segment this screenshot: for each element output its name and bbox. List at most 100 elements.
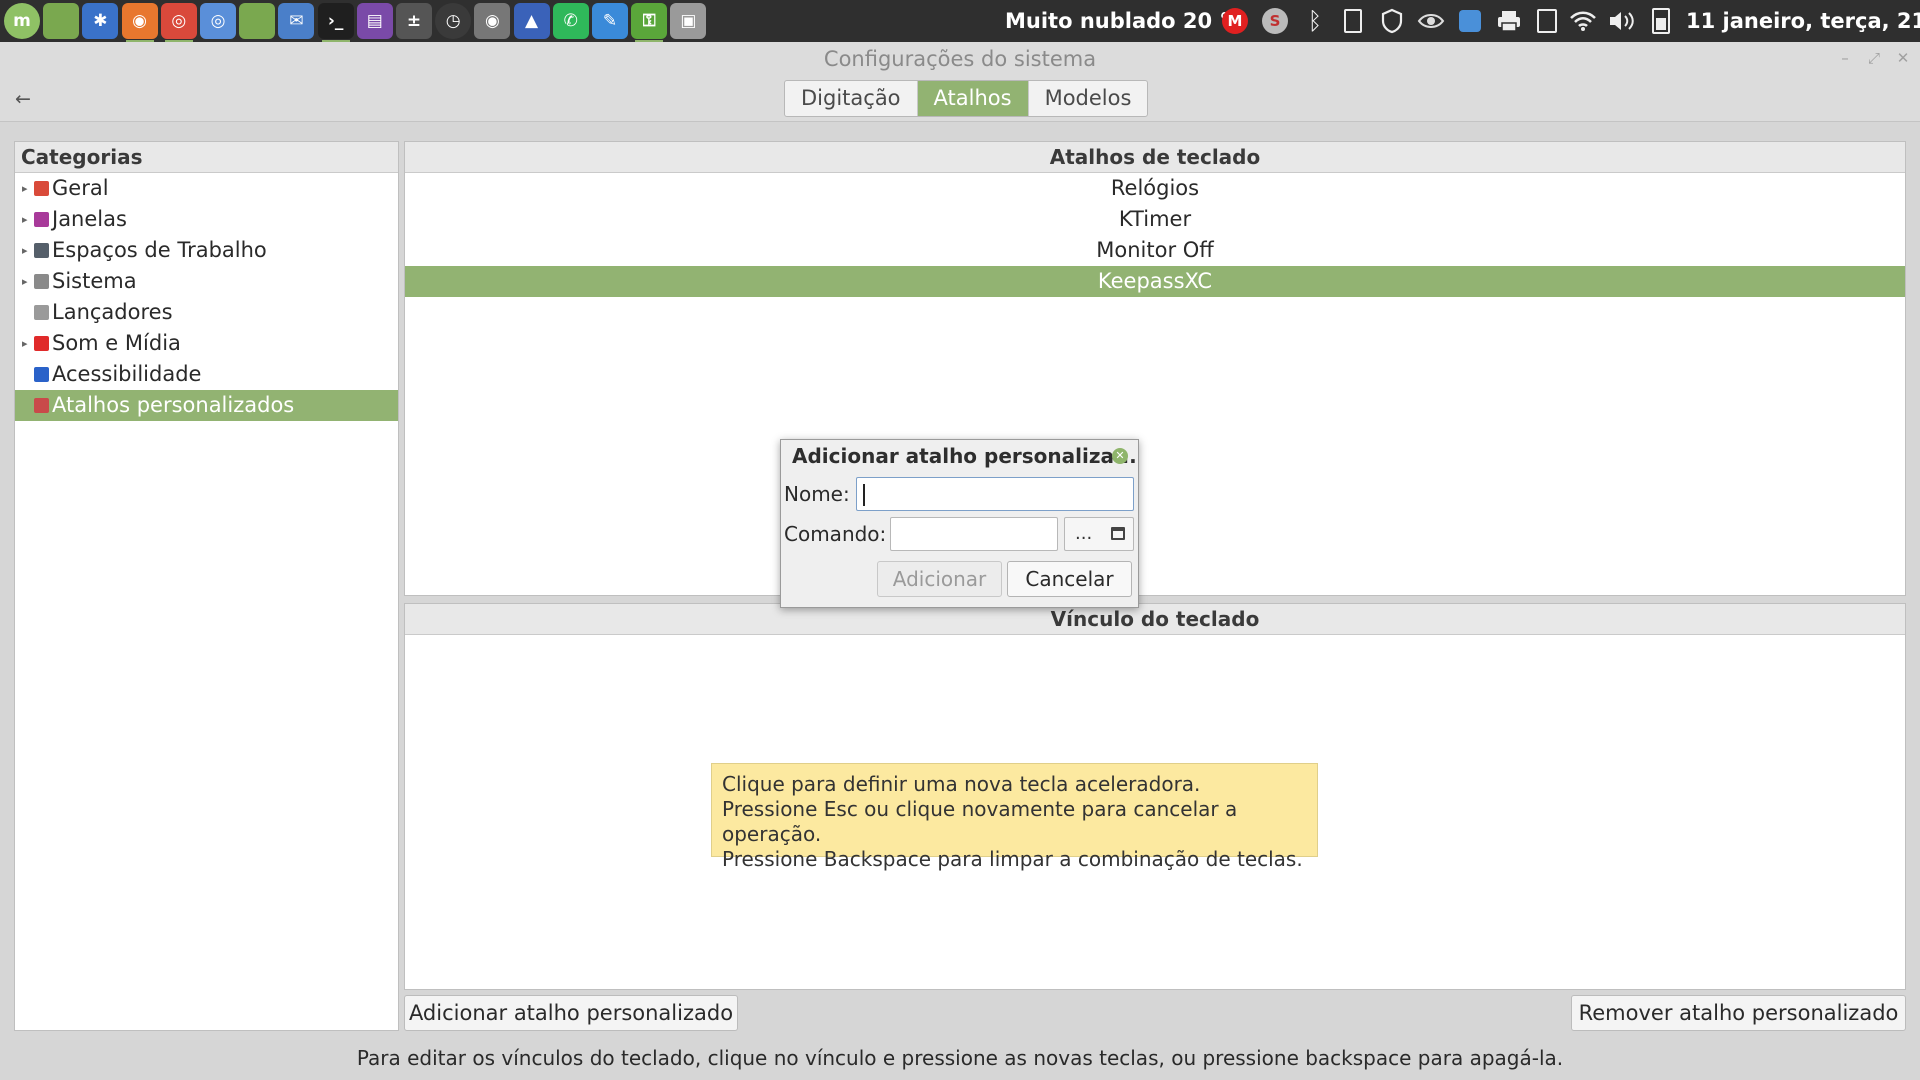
expander-icon[interactable]: ▸ <box>22 266 28 297</box>
close-window-icon[interactable]: ✕ <box>1893 48 1913 68</box>
top-panel: m ✱ ◉ ◎ ◎ ✉ ›_ ▤ ± ◷ ◉ ▲ ✆ ✎ ⚿ ▣ Muito nublado 20 °C M … <box>0 0 1920 42</box>
mint-menu-icon[interactable]: m <box>4 3 40 39</box>
help-hint: Para editar os vínculos do teclado, cliq… <box>356 1046 1564 1070</box>
calculator-icon[interactable]: ± <box>396 3 432 39</box>
category-icon <box>34 398 49 413</box>
close-icon[interactable]: ✕ <box>1112 448 1128 464</box>
category-icon <box>34 212 49 227</box>
battery-icon[interactable] <box>1648 0 1674 42</box>
name-label: Nome: <box>784 482 850 506</box>
printer-icon[interactable] <box>1494 0 1524 42</box>
header-bar: ← Digitação Atalhos Modelos <box>0 78 1920 122</box>
clock-applet[interactable]: 11 janeiro, terça, 21:10 <box>1686 0 1920 42</box>
eject-icon[interactable] <box>1534 0 1560 42</box>
tab-modelos[interactable]: Modelos <box>1029 81 1148 116</box>
accelerator-tooltip: Clique para definir uma nova tecla acele… <box>711 763 1318 871</box>
mail-icon[interactable]: ✉ <box>278 3 315 39</box>
category-item[interactable]: ▸ Som e Mídia <box>15 328 398 359</box>
command-field[interactable] <box>890 517 1058 551</box>
expander-icon[interactable]: ▸ <box>22 173 28 204</box>
maximize-icon[interactable]: ⤢ <box>1864 48 1884 68</box>
minimize-icon[interactable]: – <box>1835 48 1855 68</box>
firefox-icon[interactable]: ◉ <box>121 3 158 42</box>
category-icon <box>34 243 49 258</box>
weather-applet[interactable]: Muito nublado 20 °C <box>1005 0 1245 42</box>
keepassxc-icon[interactable]: ⚿ <box>631 3 668 42</box>
eye-icon[interactable]: ◉ <box>474 3 511 39</box>
nvidia-icon[interactable] <box>1416 0 1446 42</box>
back-arrow-icon[interactable]: ← <box>8 84 38 114</box>
name-field[interactable] <box>856 477 1134 511</box>
category-item[interactable]: Atalhos personalizados <box>15 390 398 421</box>
category-icon <box>34 274 49 289</box>
tooltip-line: Clique para definir uma nova tecla acele… <box>722 772 1201 796</box>
browse-button[interactable]: ... <box>1064 517 1134 551</box>
category-item[interactable]: ▸ Sistema <box>15 266 398 297</box>
keybindings-header: Vínculo do teclado <box>405 604 1905 635</box>
category-item[interactable]: ▸ Geral <box>15 173 398 204</box>
bluetooth-icon[interactable]: ᛒ <box>1302 0 1328 42</box>
file-chooser-icon <box>1111 527 1125 540</box>
whatsapp-icon[interactable]: ✆ <box>552 3 589 39</box>
category-label: Acessibilidade <box>52 362 202 386</box>
category-item[interactable]: ▸ Espaços de Trabalho <box>15 235 398 266</box>
dialog-add-button[interactable]: Adicionar <box>877 561 1002 597</box>
tooltip-line: Pressione Backspace para limpar a combin… <box>722 847 1303 871</box>
s-icon[interactable]: S <box>1260 0 1290 42</box>
categories-header: Categorias <box>15 142 398 173</box>
category-icon <box>34 181 49 196</box>
categories-list: Categorias ▸ Geral ▸ Janelas ▸ Espaços de Tra… <box>14 141 399 1031</box>
shortcut-row[interactable]: Monitor Off <box>405 235 1905 266</box>
settings-tabs: Digitação Atalhos Modelos <box>784 80 1149 117</box>
category-label: Sistema <box>52 269 137 293</box>
shortcut-row[interactable]: Relógios <box>405 173 1905 204</box>
writer-icon[interactable]: ✎ <box>592 3 628 39</box>
category-item[interactable]: Lançadores <box>15 297 398 328</box>
files-icon[interactable] <box>239 3 276 39</box>
expander-icon[interactable]: ▸ <box>22 204 28 235</box>
terminal-icon[interactable]: ›_ <box>317 3 354 42</box>
shortcut-row[interactable]: KTimer <box>405 204 1905 235</box>
category-label: Atalhos personalizados <box>52 393 295 417</box>
dialog-cancel-button[interactable]: Cancelar <box>1007 561 1132 597</box>
browse-label: ... <box>1075 523 1093 544</box>
text-cursor <box>863 484 865 506</box>
chromium-icon[interactable]: ◎ <box>200 3 236 39</box>
scanner-icon[interactable]: ▲ <box>513 3 550 39</box>
expander-icon[interactable]: ▸ <box>22 328 28 359</box>
clock-icon[interactable]: ◷ <box>435 3 472 39</box>
category-label: Janelas <box>52 207 127 231</box>
category-label: Geral <box>52 176 109 200</box>
window-titlebar: Configurações do sistema – ⤢ ✕ <box>0 42 1920 78</box>
volume-icon[interactable] <box>1606 0 1638 42</box>
settings-app-icon[interactable]: ▣ <box>670 3 707 39</box>
shortcuts-list: Atalhos de teclado Relógios KTimer Monitor… <box>404 141 1906 596</box>
remove-custom-shortcut-button[interactable]: Remover atalho personalizado <box>1571 995 1906 1031</box>
category-item[interactable]: ▸ Janelas <box>15 204 398 235</box>
clipboard-icon[interactable] <box>1340 0 1366 42</box>
category-label: Lançadores <box>52 300 173 324</box>
notes-icon[interactable]: ▤ <box>356 3 393 39</box>
expander-icon[interactable]: ▸ <box>22 235 28 266</box>
shortcut-row[interactable]: KeepassXC <box>405 266 1905 297</box>
category-icon <box>34 305 49 320</box>
dropbox-icon[interactable] <box>1456 0 1484 42</box>
tooltip-line: Pressione Esc ou clique novamente para c… <box>722 797 1238 846</box>
gmail-icon[interactable]: M <box>1220 0 1250 42</box>
add-custom-shortcut-button[interactable]: Adicionar atalho personalizado <box>404 995 738 1031</box>
category-icon <box>34 336 49 351</box>
tab-atalhos[interactable]: Atalhos <box>917 81 1029 116</box>
dialog-title: Adicionar atalho personaliza... <box>792 444 1137 468</box>
category-icon <box>34 367 49 382</box>
shortcuts-header: Atalhos de teclado <box>405 142 1905 173</box>
add-shortcut-dialog: Adicionar atalho personaliza... ✕ Nome: … <box>780 439 1139 608</box>
category-label: Espaços de Trabalho <box>52 238 267 262</box>
window-title: Configurações do sistema <box>823 47 1097 71</box>
chrome-icon[interactable]: ◎ <box>160 3 197 42</box>
accessibility-icon[interactable]: ✱ <box>82 3 119 39</box>
tab-digitacao[interactable]: Digitação <box>785 81 918 116</box>
shield-icon[interactable] <box>1378 0 1406 42</box>
category-item[interactable]: Acessibilidade <box>15 359 398 390</box>
wifi-icon[interactable] <box>1568 0 1598 42</box>
folder-icon[interactable] <box>43 3 80 39</box>
